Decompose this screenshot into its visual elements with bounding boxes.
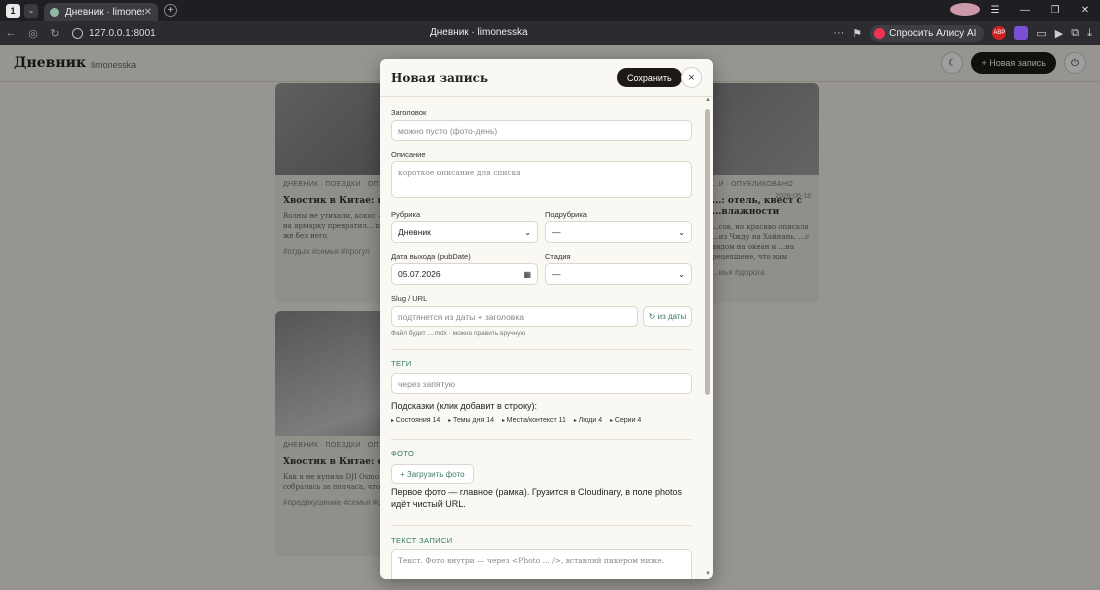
upload-photo-button[interactable]: + Загрузить фото bbox=[391, 464, 474, 484]
bookmark-icon[interactable]: ⚑ bbox=[852, 27, 862, 40]
window-close-icon[interactable]: ✕ bbox=[1070, 5, 1100, 16]
window-controls: ☰ — ❐ ✕ bbox=[950, 0, 1100, 21]
stage-select[interactable]: — ⌄ bbox=[545, 263, 692, 285]
tab-counter[interactable]: 1 bbox=[6, 3, 20, 18]
scroll-down-icon[interactable]: ▼ bbox=[704, 571, 712, 577]
body-textarea[interactable]: Текст. Фото внутри — через <Photo ... />… bbox=[391, 549, 692, 579]
subrubric-select[interactable]: — ⌄ bbox=[545, 221, 692, 243]
new-tab-icon[interactable]: + bbox=[164, 4, 177, 17]
reader-icon[interactable]: ▭ bbox=[1036, 27, 1046, 40]
calendar-icon[interactable]: ▦ bbox=[523, 270, 531, 279]
description-textarea[interactable]: короткое описание для списка bbox=[391, 161, 692, 198]
tabs-dropdown-icon[interactable]: ⌄ bbox=[24, 3, 38, 18]
scroll-thumb[interactable] bbox=[705, 109, 710, 395]
tag-group[interactable]: Люди 4 bbox=[574, 417, 603, 424]
divider bbox=[391, 349, 692, 350]
pubdate-label: Дата выхода (pubDate) bbox=[391, 252, 471, 261]
tab-title: Дневник · limonesska bbox=[65, 6, 144, 18]
pubdate-input[interactable]: 05.07.2026 ▦ bbox=[391, 263, 538, 285]
close-icon[interactable]: × bbox=[681, 67, 702, 88]
rubric-select[interactable]: Дневник ⌄ bbox=[391, 221, 538, 243]
favicon-icon bbox=[50, 7, 59, 17]
description-label: Описание bbox=[391, 150, 426, 159]
media-icon[interactable]: ▶ bbox=[1055, 27, 1063, 40]
alice-label: Спросить Алису AI bbox=[889, 27, 977, 39]
stage-label: Стадия bbox=[545, 252, 571, 261]
subrubric-value: — bbox=[552, 227, 561, 237]
more-icon[interactable]: ··· bbox=[833, 27, 844, 39]
tag-group[interactable]: Темы дня 14 bbox=[448, 417, 494, 424]
menu-icon[interactable]: ☰ bbox=[980, 5, 1010, 16]
tag-group[interactable]: Состояния 14 bbox=[391, 417, 441, 424]
divider bbox=[391, 439, 692, 440]
title-input[interactable]: можно пусто (фото-день) bbox=[391, 120, 692, 141]
downloads-icon[interactable]: ⤓ bbox=[1087, 27, 1092, 40]
title-label: Заголовок bbox=[391, 108, 427, 117]
url-field[interactable]: 127.0.0.1:8001 bbox=[72, 27, 156, 39]
tag-group[interactable]: Места/контекст 11 bbox=[502, 417, 566, 424]
scroll-up-icon[interactable]: ▲ bbox=[704, 97, 712, 105]
page-title: Дневник · limonesska bbox=[430, 27, 528, 38]
slug-label: Slug / URL bbox=[391, 294, 428, 303]
ask-alice-button[interactable]: Спросить Алису AI bbox=[870, 24, 985, 42]
alice-icon bbox=[874, 27, 886, 39]
tag-hint-groups: Состояния 14 Темы дня 14 Места/контекст … bbox=[391, 417, 642, 424]
browser-tab[interactable]: Дневник · limonesska ✕ bbox=[44, 3, 158, 21]
slug-input[interactable]: подтянется из даты + заголовка bbox=[391, 306, 638, 327]
rubric-value: Дневник bbox=[398, 227, 431, 237]
chevron-down-icon: ⌄ bbox=[678, 269, 685, 279]
chevron-down-icon: ⌄ bbox=[678, 227, 685, 237]
modal-title: Новая запись bbox=[391, 70, 489, 85]
profile-icon[interactable] bbox=[950, 2, 980, 19]
url-text: 127.0.0.1:8001 bbox=[89, 27, 156, 39]
tags-heading: ТЕГИ bbox=[391, 359, 412, 368]
slug-hint: Файл будет ....mdx · можно править вручн… bbox=[391, 330, 526, 337]
modal-scrollbar[interactable]: ▲ ▼ bbox=[704, 97, 712, 577]
tags-input[interactable]: через запятую bbox=[391, 373, 692, 394]
adblock-icon[interactable]: ABP bbox=[992, 26, 1007, 40]
slug-from-date-button[interactable]: ↻ из даты bbox=[643, 306, 692, 327]
address-bar: ← ◎ ↻ 127.0.0.1:8001 Дневник · limonessk… bbox=[0, 21, 1100, 45]
photo-note: Первое фото — главное (рамка). Грузится … bbox=[391, 487, 683, 509]
rubric-label: Рубрика bbox=[391, 210, 421, 219]
photo-heading: ФОТО bbox=[391, 449, 415, 458]
back-icon[interactable]: ← bbox=[0, 27, 22, 39]
divider bbox=[391, 525, 692, 526]
tag-group[interactable]: Серии 4 bbox=[610, 417, 642, 424]
screenshot-icon[interactable]: ⧉ bbox=[1071, 27, 1079, 40]
globe-icon bbox=[72, 27, 83, 39]
browser-tab-bar: 1 ⌄ Дневник · limonesska ✕ + ☰ — ❐ ✕ bbox=[0, 0, 1100, 21]
text-heading: ТЕКСТ ЗАПИСИ bbox=[391, 536, 453, 545]
modal-header: Новая запись Сохранить × bbox=[380, 59, 713, 97]
stage-value: — bbox=[552, 269, 561, 279]
tags-hints-text: Подсказки (клик добавит в строку): bbox=[391, 401, 538, 411]
subrubric-label: Подрубрика bbox=[545, 210, 587, 219]
extension-icon[interactable] bbox=[1014, 26, 1029, 40]
save-button[interactable]: Сохранить bbox=[617, 68, 682, 87]
modal-body: Заголовок можно пусто (фото-день) Описан… bbox=[380, 97, 703, 579]
shield-icon[interactable]: ◎ bbox=[22, 27, 44, 40]
chevron-down-icon: ⌄ bbox=[524, 227, 531, 237]
minimize-icon[interactable]: — bbox=[1010, 5, 1040, 16]
reload-icon[interactable]: ↻ bbox=[44, 27, 66, 40]
pubdate-value: 05.07.2026 bbox=[398, 269, 441, 279]
restore-icon[interactable]: ❐ bbox=[1040, 5, 1070, 16]
new-entry-modal: Новая запись Сохранить × Заголовок можно… bbox=[380, 59, 713, 579]
tab-close-icon[interactable]: ✕ bbox=[144, 7, 152, 18]
